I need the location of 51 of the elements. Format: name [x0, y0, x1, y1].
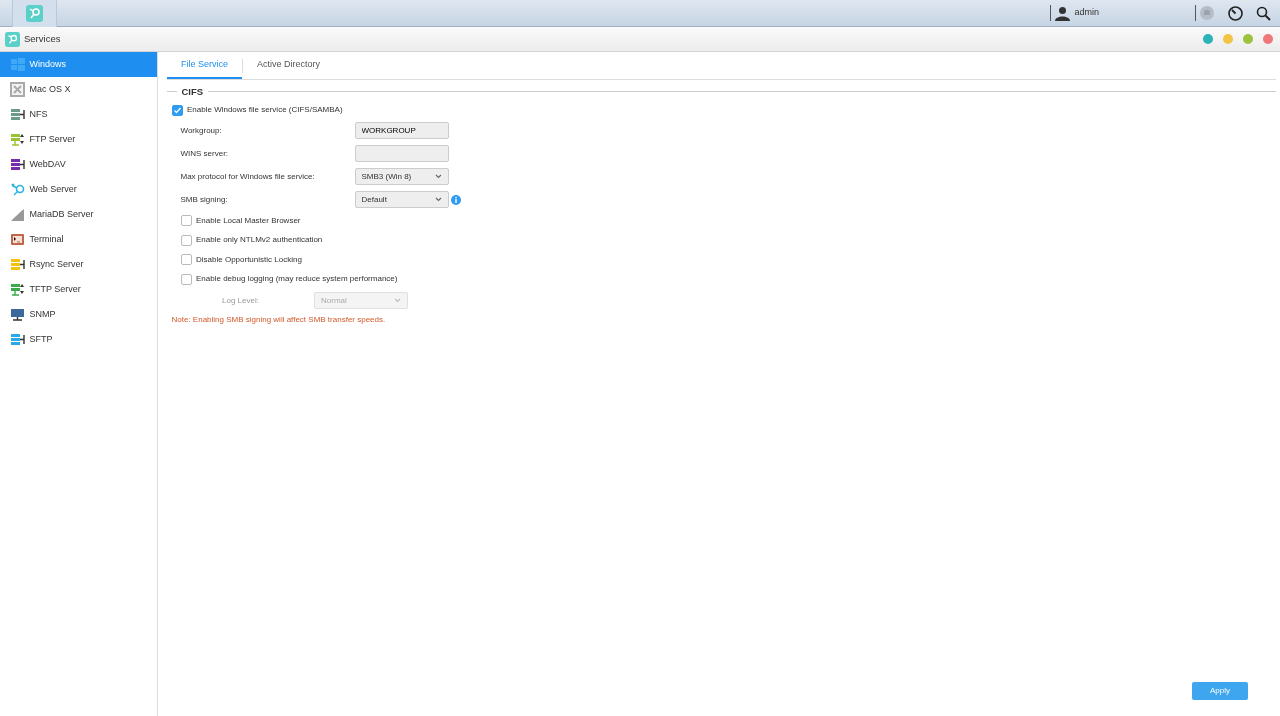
- info-icon[interactable]: [450, 194, 461, 205]
- window-control[interactable]: [1263, 34, 1274, 44]
- field-label: SMB signing:: [180, 193, 229, 206]
- field-label: WINS server:: [180, 147, 230, 160]
- checkbox[interactable]: [171, 104, 183, 116]
- text-field[interactable]: WORKGROUP: [354, 122, 449, 139]
- gauge-icon[interactable]: [1227, 5, 1243, 21]
- checkbox-label[interactable]: Enable Local Master Browser: [196, 214, 301, 227]
- notification-icon[interactable]: [1200, 6, 1214, 20]
- app-icon[interactable]: [26, 4, 43, 22]
- checkbox[interactable]: [180, 215, 192, 227]
- app-icon: [4, 31, 20, 47]
- tab[interactable]: Active Directory: [243, 53, 335, 79]
- sidebar-item[interactable]: Terminal: [0, 227, 157, 252]
- tab[interactable]: File Service: [167, 53, 242, 79]
- select-field[interactable]: SMB3 (Win 8): [354, 168, 449, 185]
- checkbox[interactable]: [180, 254, 192, 266]
- caret-icon: [394, 297, 401, 303]
- sidebar-item[interactable]: SFTP: [0, 327, 157, 352]
- sidebar-item[interactable]: TFTP Server: [0, 277, 157, 302]
- sidebar-item[interactable]: NFS: [0, 102, 157, 127]
- caret-icon: [434, 173, 442, 179]
- note-text: Note: Enabling SMB signing will affect SMB transfer speeds.: [171, 314, 387, 327]
- checkbox-label[interactable]: Disable Opportunistic Locking: [196, 253, 302, 266]
- window-control[interactable]: [1203, 34, 1214, 44]
- window-title: Services: [24, 31, 61, 46]
- field-label: Max protocol for Windows file service:: [180, 170, 316, 183]
- sidebar-item[interactable]: Rsync Server: [0, 252, 157, 277]
- log-level-select: Normal: [314, 292, 408, 309]
- field-label: Log Level:: [222, 294, 260, 307]
- field-label: Workgroup:: [180, 124, 223, 137]
- sidebar-item[interactable]: SNMP: [0, 302, 157, 327]
- window-control[interactable]: [1243, 34, 1254, 44]
- user-name[interactable]: admin: [1074, 6, 1195, 20]
- sidebar-item[interactable]: Mac OS X: [0, 77, 157, 102]
- checkbox-label[interactable]: Enable only NTLMv2 authentication: [196, 234, 323, 247]
- user-icon[interactable]: [1055, 5, 1070, 21]
- search-icon[interactable]: [1256, 5, 1271, 21]
- checkbox[interactable]: [180, 273, 192, 285]
- checkbox-label[interactable]: Enable Windows file service (CIFS/SAMBA): [187, 104, 343, 116]
- section-title: CIFS: [181, 84, 204, 99]
- sidebar-item[interactable]: FTP Server: [0, 127, 157, 152]
- caret-icon: [434, 196, 442, 202]
- sidebar-item[interactable]: WebDAV: [0, 152, 157, 177]
- window-control[interactable]: [1223, 34, 1234, 44]
- checkbox-label[interactable]: Enable debug logging (may reduce system performance): [196, 273, 398, 286]
- text-field[interactable]: [354, 145, 449, 162]
- checkbox[interactable]: [180, 234, 192, 246]
- select-field[interactable]: Default: [354, 191, 449, 208]
- sidebar-item[interactable]: MariaDB Server: [0, 202, 157, 227]
- sidebar-item[interactable]: Web Server: [0, 177, 157, 202]
